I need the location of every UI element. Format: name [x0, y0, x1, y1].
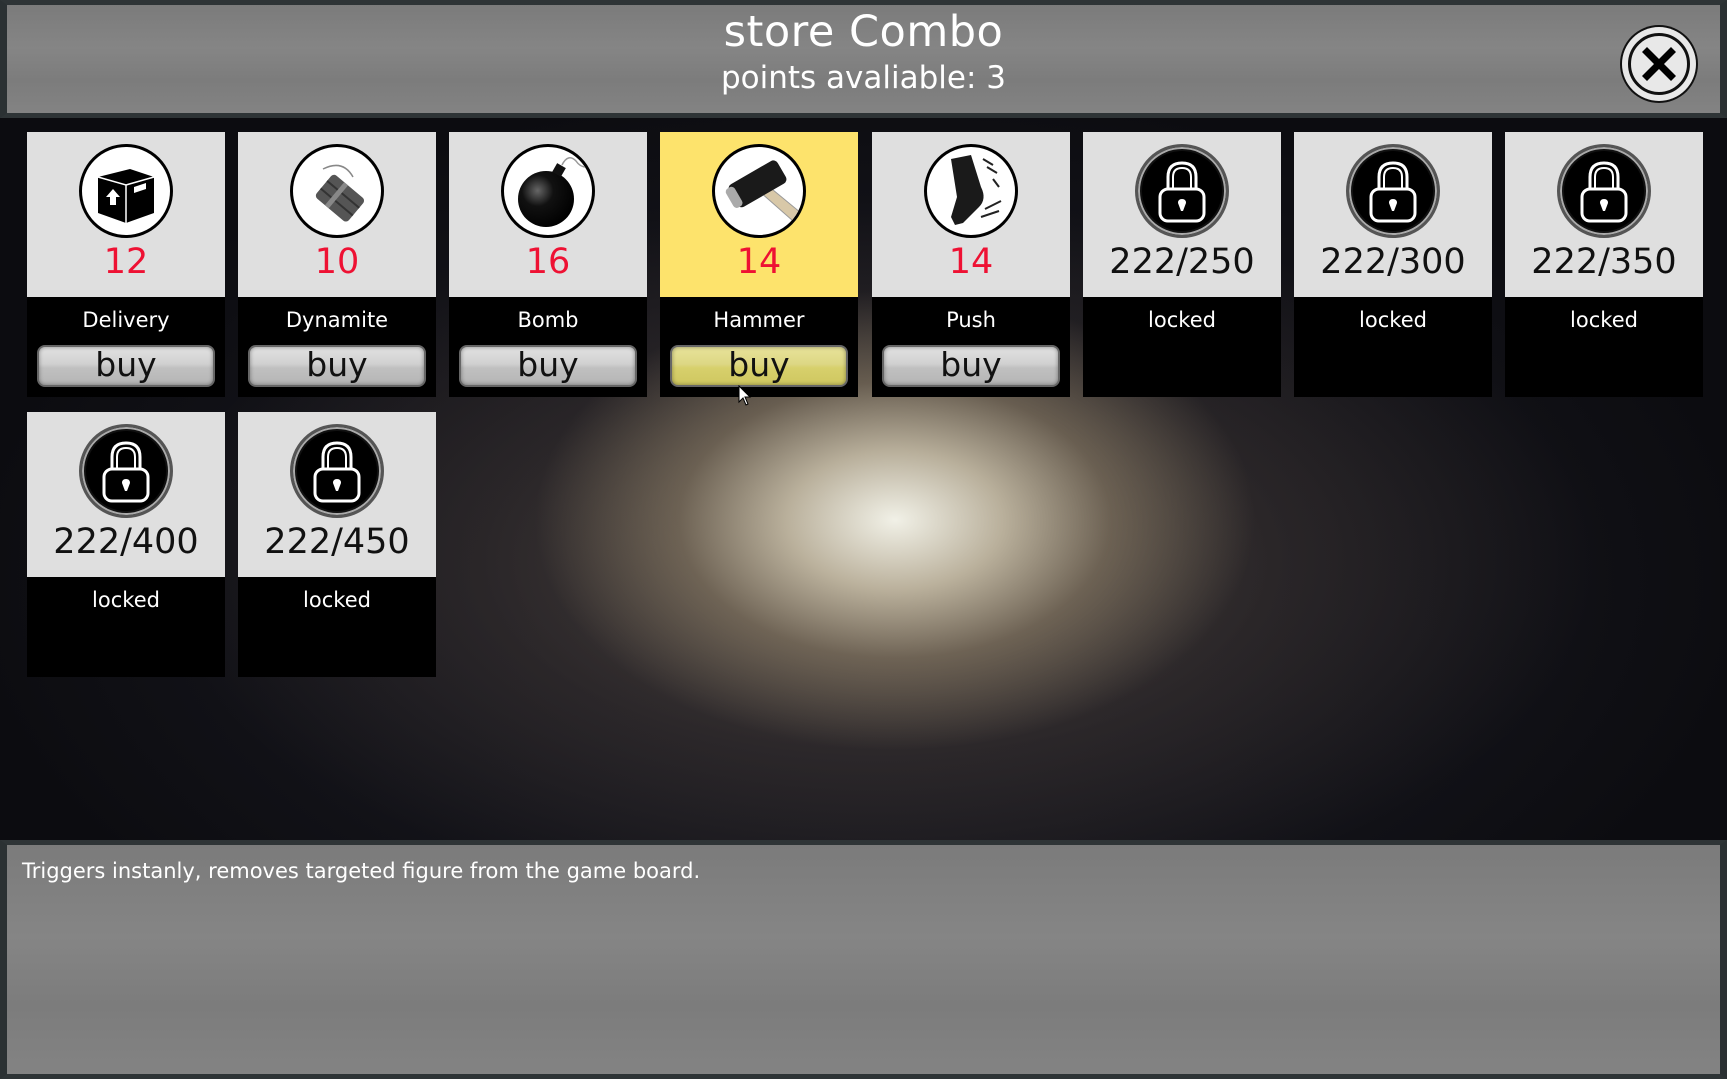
item-name: Delivery [82, 308, 170, 332]
store-item-push[interactable]: 14 Push buy [872, 132, 1070, 397]
lock-icon [1346, 144, 1440, 238]
store-item-locked-5[interactable]: 222/450 locked [238, 412, 436, 677]
points-available: points avaliable: 3 [720, 60, 1006, 96]
item-price: 10 [314, 242, 360, 282]
store-item-locked-2[interactable]: 222/300 locked [1294, 132, 1492, 397]
unlock-progress: 222/300 [1320, 242, 1466, 282]
lock-icon [290, 424, 384, 518]
lock-icon [79, 424, 173, 518]
item-name: Bomb [517, 308, 579, 332]
box-icon [79, 144, 173, 238]
store-item-hammer[interactable]: 14 Hammer buy [660, 132, 858, 397]
bomb-icon [501, 144, 595, 238]
unlock-progress: 222/450 [264, 522, 410, 562]
locked-label: locked [1359, 308, 1427, 332]
unlock-progress: 222/250 [1109, 242, 1255, 282]
unlock-progress: 222/400 [53, 522, 199, 562]
store-item-locked-4[interactable]: 222/400 locked [27, 412, 225, 677]
hammer-icon [712, 144, 806, 238]
item-name: Push [946, 308, 996, 332]
buy-button[interactable]: buy [459, 345, 637, 387]
buy-button[interactable]: buy [248, 345, 426, 387]
store-item-bomb[interactable]: 16 Bomb buy [449, 132, 647, 397]
buy-button[interactable]: buy [882, 345, 1060, 387]
store-item-locked-3[interactable]: 222/350 locked [1505, 132, 1703, 397]
item-price: 12 [103, 242, 149, 282]
boot-icon [924, 144, 1018, 238]
dynamite-icon [290, 144, 384, 238]
buy-button[interactable]: buy [670, 345, 848, 387]
store-title: store Combo [723, 7, 1004, 57]
lock-icon [1135, 144, 1229, 238]
locked-label: locked [303, 588, 371, 612]
close-x-icon [1642, 47, 1676, 81]
lock-icon [1557, 144, 1651, 238]
unlock-progress: 222/350 [1531, 242, 1677, 282]
store-item-locked-1[interactable]: 222/250 locked [1083, 132, 1281, 397]
item-name: Dynamite [285, 308, 389, 332]
locked-label: locked [92, 588, 160, 612]
description-panel: Triggers instanly, removes targeted figu… [0, 840, 1727, 1079]
locked-label: locked [1148, 308, 1216, 332]
close-button[interactable] [1620, 25, 1698, 103]
item-price: 16 [525, 242, 571, 282]
header-panel: store Combo points avaliable: 3 [0, 0, 1727, 118]
buy-button[interactable]: buy [37, 345, 215, 387]
item-price: 14 [948, 242, 994, 282]
item-name: Hammer [713, 308, 805, 332]
store-item-delivery[interactable]: 12 Delivery buy [27, 132, 225, 397]
store-item-dynamite[interactable]: 10 Dynamite buy [238, 132, 436, 397]
item-description: Triggers instanly, removes targeted figu… [22, 859, 701, 883]
locked-label: locked [1570, 308, 1638, 332]
mouse-cursor-icon [738, 385, 752, 406]
item-price: 14 [736, 242, 782, 282]
